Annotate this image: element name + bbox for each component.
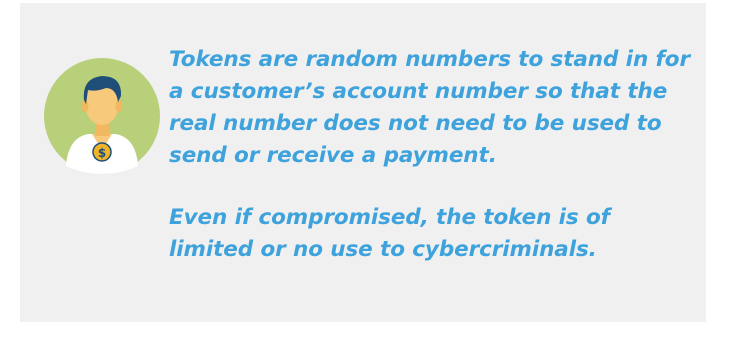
token-definition-paragraph: Tokens are random numbers to stand in fo… (169, 47, 690, 168)
token-security-paragraph: Even if compromised, the token is of lim… (169, 205, 610, 262)
callout-text: Tokens are random numbers to stand in fo… (169, 44, 699, 266)
coin-symbol: $ (98, 146, 106, 160)
customer-with-coin-icon: $ (44, 58, 160, 174)
